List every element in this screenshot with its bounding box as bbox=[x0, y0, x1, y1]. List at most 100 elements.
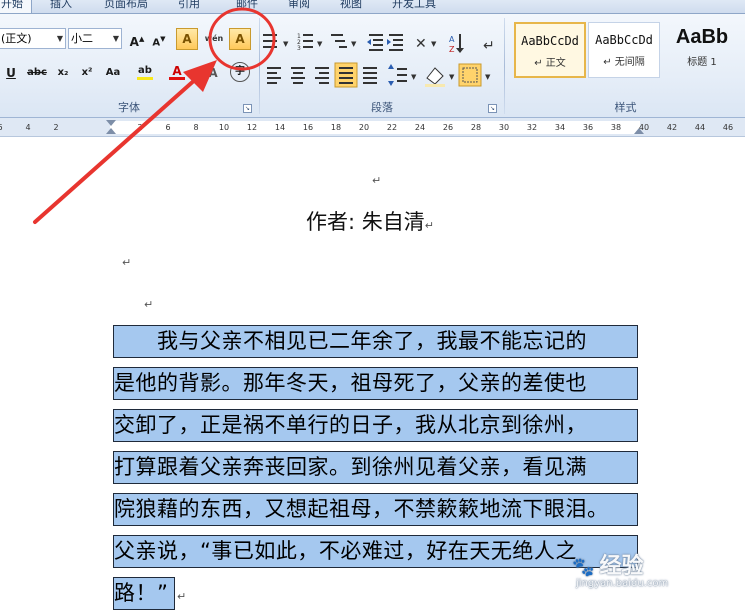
style-sample: AaBbCcDd bbox=[521, 34, 579, 48]
align-center-icon[interactable] bbox=[291, 67, 305, 84]
underline-button[interactable]: U bbox=[0, 62, 22, 84]
eraser-icon: A bbox=[182, 32, 192, 46]
strikethrough-icon: abc bbox=[27, 67, 47, 78]
watermark-url: jingyan.baidu.com bbox=[576, 578, 669, 589]
selected-text-line[interactable]: 我与父亲不相见已二年余了，我最不能忘记的 bbox=[113, 325, 638, 358]
first-line-indent-marker[interactable] bbox=[106, 120, 116, 126]
underline-icon: U bbox=[6, 66, 16, 80]
svg-text:A: A bbox=[449, 35, 455, 44]
font-color-button[interactable]: A bbox=[166, 60, 188, 82]
ruler-tick: 6 bbox=[165, 123, 171, 132]
svg-text:▼: ▼ bbox=[317, 40, 323, 48]
style-sample: AaBb bbox=[675, 26, 729, 48]
line-spacing-icon[interactable]: ▼ bbox=[388, 64, 417, 86]
character-shading-button[interactable]: A bbox=[202, 62, 224, 84]
style-heading-1[interactable]: AaBb 标题 1 bbox=[662, 22, 742, 78]
superscript-icon: x² bbox=[81, 67, 93, 78]
align-left-icon[interactable] bbox=[267, 67, 281, 84]
tab-home[interactable]: 开始 bbox=[0, 0, 32, 13]
svg-text:▼: ▼ bbox=[431, 40, 437, 48]
shading-icon[interactable]: ▼ bbox=[425, 67, 455, 87]
document-page[interactable]: ↵ 作者: 朱自清↵ ↵ ↵ 我与父亲不相见已二年余了，我最不能忘记的 是他的背… bbox=[0, 138, 745, 612]
align-right-icon[interactable] bbox=[315, 67, 329, 84]
tab-page-layout[interactable]: 页面布局 bbox=[104, 0, 148, 13]
show-marks-icon[interactable]: ↵ bbox=[483, 38, 495, 54]
shrink-font-icon: A bbox=[152, 37, 161, 49]
clear-formatting-button[interactable]: A bbox=[176, 28, 198, 50]
enclose-characters-button[interactable]: 字 bbox=[230, 62, 250, 82]
superscript-button[interactable]: x² bbox=[76, 62, 98, 84]
borders-icon[interactable]: ▼ bbox=[458, 63, 491, 87]
sort-icon[interactable]: A Z bbox=[449, 34, 464, 54]
ruler-tick: 16 bbox=[302, 123, 314, 132]
ruler-tick: 10 bbox=[218, 123, 230, 132]
shrink-font-button[interactable]: A▼ bbox=[148, 28, 170, 50]
chevron-down-icon: ▼ bbox=[56, 34, 63, 43]
svg-text:▼: ▼ bbox=[283, 40, 289, 48]
group-separator bbox=[259, 18, 260, 114]
phonetic-guide-button[interactable]: wén bbox=[203, 28, 225, 50]
tab-mailings[interactable]: 邮件 bbox=[236, 0, 258, 13]
font-group: (正文) ▼ 小二 ▼ A▲ A▼ A wén A U abc x₂ x² Aa… bbox=[0, 14, 258, 118]
ruler-tick: 20 bbox=[358, 123, 370, 132]
selected-text-line[interactable]: 父亲说，“事已如此，不必难过，好在天无绝人之 bbox=[113, 535, 638, 568]
ribbon: (正文) ▼ 小二 ▼ A▲ A▼ A wén A U abc x₂ x² Aa… bbox=[0, 14, 745, 118]
character-border-icon: A bbox=[235, 32, 245, 46]
ruler-tick: 4 bbox=[25, 123, 31, 132]
character-border-button[interactable]: A bbox=[229, 28, 251, 50]
decrease-indent-icon[interactable] bbox=[367, 34, 383, 51]
tab-insert[interactable]: 插入 bbox=[50, 0, 72, 13]
style-name: ↵ 正文 bbox=[534, 58, 566, 69]
ruler-tick: 6 bbox=[0, 123, 3, 132]
multilevel-list-icon[interactable]: ▼ bbox=[331, 34, 357, 48]
change-case-button[interactable]: Aa bbox=[102, 62, 124, 84]
paragraph-mark: ↵ bbox=[424, 219, 434, 232]
strikethrough-button[interactable]: abc bbox=[26, 62, 48, 84]
style-normal[interactable]: AaBbCcDd ↵ 正文 bbox=[514, 22, 586, 78]
hanging-indent-marker[interactable] bbox=[106, 128, 116, 134]
ruler-tick: 26 bbox=[442, 123, 454, 132]
paragraph-group: ▼ 123 ▼ ▼ ✕ ▼ A Z ↵ ▼ ▼ ▼ 段落 ↘ bbox=[261, 14, 503, 118]
highlight-color-swatch bbox=[137, 77, 153, 80]
selected-text-line[interactable]: 路！” bbox=[113, 577, 175, 610]
paragraph-mark: ↵ bbox=[372, 174, 382, 187]
font-dialog-launcher[interactable]: ↘ bbox=[243, 104, 252, 113]
selected-text-line[interactable]: 打算跟着父亲奔丧回家。到徐州见着父亲，看见满 bbox=[113, 451, 638, 484]
paragraph-mark: ↵ bbox=[177, 590, 187, 603]
right-indent-marker[interactable] bbox=[634, 128, 644, 134]
selected-text-line[interactable]: 交卸了，正是祸不单行的日子，我从北京到徐州， bbox=[113, 409, 638, 442]
author-line: 作者: 朱自清↵ bbox=[306, 206, 434, 236]
horizontal-ruler[interactable]: 6 4 2 2 6 8 10 12 14 16 18 20 22 24 26 2… bbox=[0, 118, 745, 137]
paragraph-tools: ▼ 123 ▼ ▼ ✕ ▼ A Z ↵ ▼ ▼ ▼ bbox=[263, 33, 495, 88]
numbering-icon[interactable]: 123 ▼ bbox=[297, 33, 323, 52]
style-sample: AaBbCcDd bbox=[595, 33, 653, 47]
ruler-tick: 2 bbox=[137, 123, 143, 132]
tab-developer[interactable]: 开发工具 bbox=[392, 0, 436, 13]
ruler-tick: 14 bbox=[274, 123, 286, 132]
increase-indent-icon[interactable] bbox=[387, 34, 403, 51]
grow-font-button[interactable]: A▲ bbox=[126, 28, 148, 50]
font-size-select[interactable]: 小二 ▼ bbox=[68, 28, 122, 49]
asian-layout-icon[interactable]: ✕ ▼ bbox=[415, 36, 437, 52]
bullets-icon[interactable]: ▼ bbox=[263, 34, 289, 48]
svg-text:▼: ▼ bbox=[411, 73, 417, 81]
subscript-button[interactable]: x₂ bbox=[52, 62, 74, 84]
ruler-tick: 44 bbox=[694, 123, 706, 132]
selected-text-line[interactable]: 是他的背影。那年冬天，祖母死了，父亲的差使也 bbox=[113, 367, 638, 400]
style-no-spacing[interactable]: AaBbCcDd ↵ 无间隔 bbox=[588, 22, 660, 78]
selected-text-line[interactable]: 院狼藉的东西，又想起祖母，不禁簌簌地流下眼泪。 bbox=[113, 493, 638, 526]
paw-logo-icon: 🐾 bbox=[572, 557, 595, 578]
paragraph-dialog-launcher[interactable]: ↘ bbox=[488, 104, 497, 113]
character-shading-icon: A bbox=[208, 66, 218, 80]
font-name-select[interactable]: (正文) ▼ bbox=[0, 28, 66, 49]
highlighter-icon: ab bbox=[138, 65, 152, 76]
tab-references[interactable]: 引用 bbox=[178, 0, 200, 13]
tab-review[interactable]: 审阅 bbox=[288, 0, 310, 13]
highlight-color-button[interactable]: ab bbox=[134, 60, 156, 82]
distributed-icon[interactable] bbox=[363, 67, 377, 84]
ruler-tick: 36 bbox=[582, 123, 594, 132]
svg-text:Z: Z bbox=[449, 45, 455, 54]
font-name-value: (正文) bbox=[1, 32, 32, 45]
justify-icon[interactable] bbox=[334, 62, 358, 88]
tab-view[interactable]: 视图 bbox=[340, 0, 362, 13]
